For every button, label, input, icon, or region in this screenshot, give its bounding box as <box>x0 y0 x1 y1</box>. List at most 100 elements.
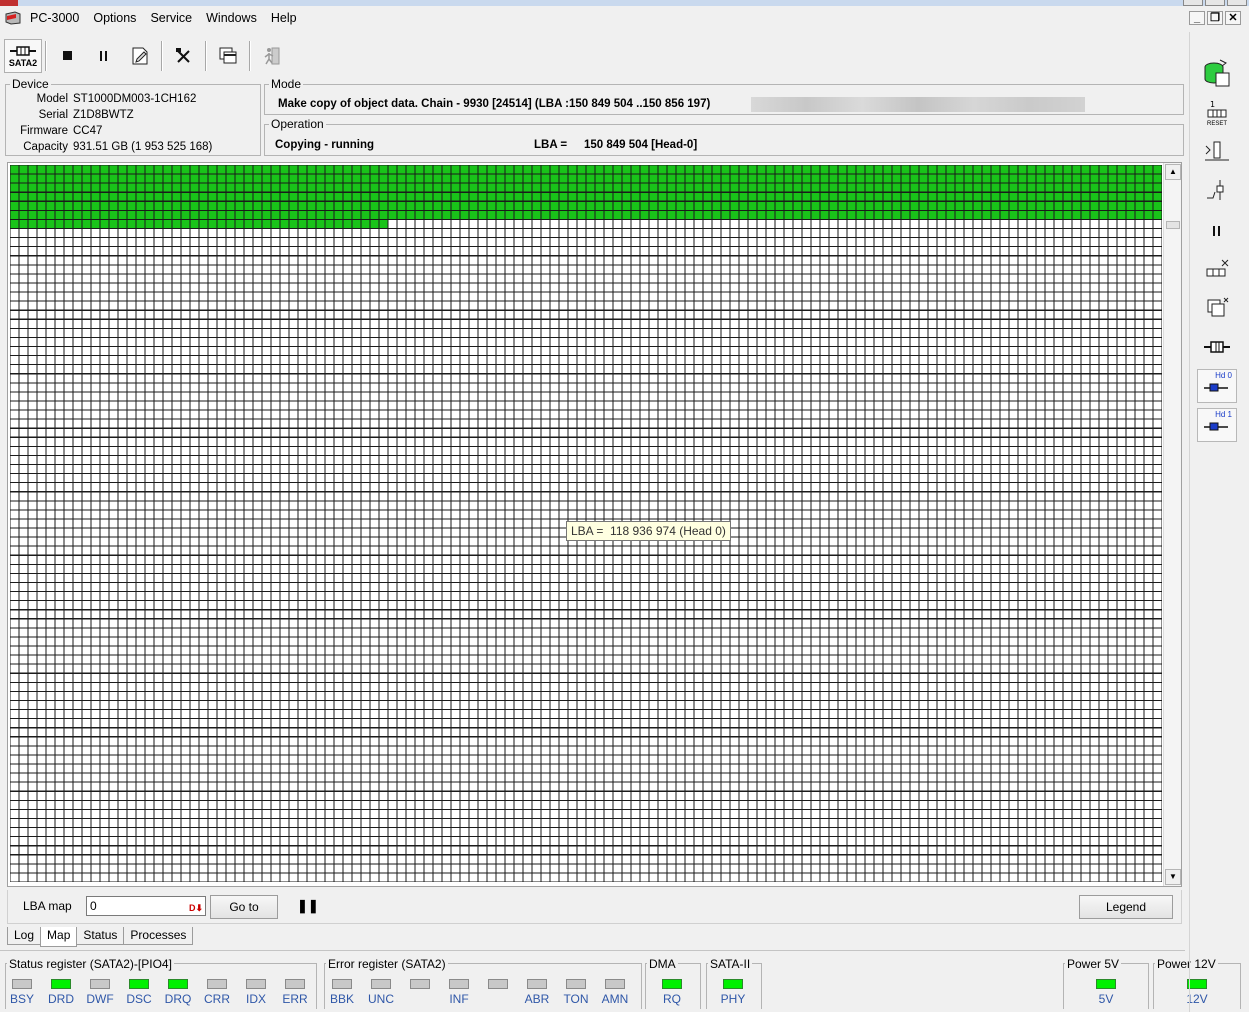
mode-groupbox: Mode Make copy of object data. Chain - 9… <box>264 77 1184 115</box>
head-1-button[interactable]: Hd 1 <box>1197 408 1237 442</box>
power5-label-5v: 5V <box>1098 992 1114 1006</box>
status-label-err: ERR <box>282 992 308 1006</box>
error-led-unused-4 <box>488 979 508 989</box>
firmware-value: CC47 <box>73 125 103 137</box>
mode-text: Make copy of object data. Chain - 9930 [… <box>278 98 711 110</box>
tools-icon <box>176 48 190 63</box>
tab-map[interactable]: Map <box>40 927 78 947</box>
operation-status: Copying - running <box>275 139 375 151</box>
dma-led-rq <box>662 979 682 989</box>
redacted-region <box>751 97 1085 112</box>
hd0-label: Hd 0 <box>1215 371 1232 380</box>
status-label-dwf: DWF <box>86 992 114 1006</box>
svg-text:1: 1 <box>1210 100 1215 109</box>
capacity-label: Capacity <box>23 141 68 153</box>
status-label-drq: DRQ <box>164 992 192 1006</box>
power-switch-icon <box>1207 180 1224 200</box>
copy-window-button[interactable] <box>1197 292 1237 326</box>
status-led-dsc <box>129 979 149 989</box>
error-led-inf <box>449 979 469 989</box>
lba-dropdown-icon[interactable]: D⬇ <box>189 899 203 917</box>
error-register-group: Error register (SATA2) BBK UNC INF ABR TON AM… <box>324 957 642 1009</box>
status-register-group: Status register (SATA2)-[PIO4] BSY DRD DWF… <box>5 957 317 1009</box>
status-label-crr: CRR <box>204 992 230 1006</box>
separator-line <box>0 950 1185 951</box>
status-led-drd <box>51 979 71 989</box>
device-groupbox: Device Model ST1000DM003-1CH162 Serial Z1D… <box>5 77 261 156</box>
windows-button[interactable] <box>210 39 246 73</box>
serial-value: Z1D8BWTZ <box>73 109 134 121</box>
sector-reset-button[interactable] <box>1197 252 1237 286</box>
mdi-controls: _ ❐ ✕ <box>1189 11 1241 25</box>
map-scrollbar[interactable]: ▲ ▼ <box>1163 163 1181 886</box>
error-led-ton <box>566 979 586 989</box>
error-led-bbk <box>332 979 352 989</box>
power-switch-button[interactable] <box>1197 174 1237 208</box>
error-label-amn: AMN <box>601 992 629 1006</box>
status-label-drd: DRD <box>48 992 74 1006</box>
hd1-label: Hd 1 <box>1215 410 1232 419</box>
menu-options[interactable]: Options <box>86 8 143 28</box>
drive-cylinder-icon <box>1204 59 1230 87</box>
scroll-down-icon[interactable]: ▼ <box>1165 869 1181 885</box>
error-led-abr <box>527 979 547 989</box>
toolbar-separator <box>161 41 163 71</box>
pc3000-window: PC-3000 Options Service Windows Help _ ❐… <box>0 0 1249 1012</box>
firmware-row: Firmware CC47 <box>6 125 102 137</box>
pause-icon <box>1213 226 1220 236</box>
voltage-button[interactable] <box>1197 134 1237 168</box>
drive-backup-button[interactable] <box>1197 56 1237 90</box>
sata-port-button[interactable]: SATA2 <box>4 39 42 73</box>
menu-help[interactable]: Help <box>264 8 304 28</box>
sata-connect-button[interactable] <box>1197 330 1237 364</box>
capacity-row: Capacity 931.51 GB (1 953 525 168) <box>6 141 212 153</box>
sata-connector-icon <box>10 45 36 56</box>
lba-input[interactable]: 0 D⬇ <box>86 896 206 916</box>
capacity-value: 931.51 GB (1 953 525 168) <box>73 141 213 153</box>
scroll-thumb[interactable] <box>1166 221 1180 229</box>
sector-icon <box>1206 259 1229 277</box>
goto-button[interactable]: Go to <box>210 895 278 919</box>
head-0-button[interactable]: Hd 0 <box>1197 369 1237 403</box>
mdi-close-button[interactable]: ✕ <box>1225 11 1241 25</box>
pause-button[interactable] <box>86 39 122 73</box>
mdi-minimize-button[interactable]: _ <box>1189 11 1205 25</box>
error-label-unc: UNC <box>368 992 394 1006</box>
app-title: PC-3000 <box>30 11 80 25</box>
scroll-up-icon[interactable]: ▲ <box>1165 164 1181 180</box>
tab-log[interactable]: Log <box>7 927 42 945</box>
error-led-unused-2 <box>410 979 430 989</box>
menu-windows[interactable]: Windows <box>199 8 264 28</box>
exit-button[interactable] <box>254 39 290 73</box>
tab-status[interactable]: Status <box>76 927 125 945</box>
reset-button[interactable]: 1 RESET <box>1197 96 1237 130</box>
sata-label-phy: PHY <box>720 992 746 1006</box>
firmware-label: Firmware <box>20 125 68 137</box>
tools-button[interactable] <box>166 39 202 73</box>
mode-title: Mode <box>269 77 304 91</box>
menu-bar: PC-3000 Options Service Windows Help _ ❐… <box>0 6 1249 30</box>
legend-button[interactable]: Legend <box>1079 895 1173 919</box>
right-sidebar: 1 RESET Hd 0 Hd 1 <box>1189 32 1243 1012</box>
stop-button[interactable] <box>50 39 86 73</box>
operation-lba-label: LBA = <box>534 139 568 151</box>
model-row: Model ST1000DM003-1CH162 <box>6 93 197 105</box>
edit-task-button[interactable] <box>122 39 158 73</box>
error-led-unc <box>371 979 391 989</box>
status-register-title: Status register (SATA2)-[PIO4] <box>7 957 174 971</box>
dma-group: DMA RQ <box>645 957 701 1009</box>
sata-label: SATA2 <box>8 57 38 68</box>
tab-processes[interactable]: Processes <box>123 927 194 945</box>
power5-title: Power 5V <box>1065 957 1122 971</box>
serial-label: Serial <box>38 109 68 121</box>
lba-input-value: 0 <box>90 899 97 913</box>
map-pause-icon[interactable]: ❚❚ <box>297 898 319 914</box>
dma-label-rq: RQ <box>663 992 681 1006</box>
mdi-restore-button[interactable]: ❐ <box>1207 11 1223 25</box>
copy-windows-icon <box>1207 297 1229 317</box>
sidebar-pause-button[interactable] <box>1197 214 1237 248</box>
menu-service[interactable]: Service <box>143 8 199 28</box>
error-register-title: Error register (SATA2) <box>326 957 448 971</box>
serial-row: Serial Z1D8BWTZ <box>6 109 134 121</box>
view-tabs: Log Map Status Processes <box>7 927 194 947</box>
